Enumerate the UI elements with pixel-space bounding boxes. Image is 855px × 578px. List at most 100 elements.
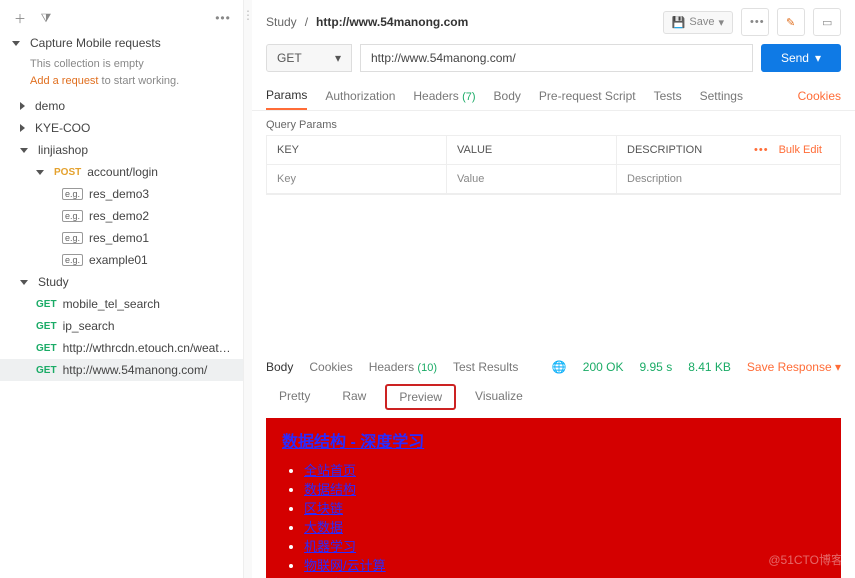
chevron-right-icon: [20, 124, 25, 132]
empty-msg-1: This collection is empty: [30, 56, 231, 73]
request-manong[interactable]: GET http://www.54manong.com/: [0, 359, 243, 381]
breadcrumb-sep: /: [305, 15, 308, 29]
preview-link[interactable]: 全站首页: [304, 463, 356, 478]
tab-settings[interactable]: Settings: [700, 83, 743, 109]
preview-link[interactable]: 区块链: [304, 501, 343, 516]
value-input[interactable]: Value: [447, 165, 617, 193]
folder-demo[interactable]: demo: [0, 95, 243, 117]
resp-size: 8.41 KB: [688, 360, 731, 374]
request-mobile[interactable]: GET mobile_tel_search: [0, 293, 243, 315]
method-badge: GET: [36, 365, 57, 376]
example-label: res_demo3: [89, 187, 149, 201]
folder-label: Study: [38, 275, 69, 289]
preview-link[interactable]: 大数据: [304, 520, 343, 535]
key-input[interactable]: Key: [267, 165, 447, 193]
request-ip[interactable]: GET ip_search: [0, 315, 243, 337]
headers-count: (10): [417, 362, 437, 374]
more-actions-button[interactable]: •••: [741, 8, 769, 36]
bulk-edit-link[interactable]: Bulk Edit: [779, 144, 822, 156]
example-badge: e.g.: [62, 254, 83, 266]
tab-prereq[interactable]: Pre-request Script: [539, 83, 636, 109]
preview-link[interactable]: 物联网/云计算: [304, 558, 386, 573]
request-label: http://wthrcdn.etouch.cn/weat…: [63, 341, 231, 355]
send-button[interactable]: Send▾: [761, 44, 841, 72]
example-badge: e.g.: [62, 210, 83, 222]
col-key: KEY: [267, 136, 447, 164]
desc-input[interactable]: Description: [617, 165, 840, 193]
chevron-down-icon: [12, 41, 20, 46]
request-weather[interactable]: GEThttp://wthrcdn.etouch.cn/weat…: [0, 337, 243, 359]
resp-tab-headers[interactable]: Headers (10): [369, 360, 437, 374]
tab-params[interactable]: Params: [266, 82, 307, 110]
save-icon: 💾: [672, 16, 686, 29]
collection-label: Capture Mobile requests: [30, 36, 161, 50]
request-label: ip_search: [63, 319, 115, 333]
folder-study[interactable]: Study: [0, 271, 243, 293]
chevron-down-icon: ▾: [335, 51, 341, 65]
request-label: http://www.54manong.com/: [63, 363, 208, 377]
tab-body[interactable]: Body: [494, 83, 521, 109]
breadcrumb-request: http://www.54manong.com: [316, 15, 468, 29]
tab-tests[interactable]: Tests: [654, 83, 682, 109]
folder-linjiashop[interactable]: linjiashop: [0, 139, 243, 161]
method-badge: GET: [36, 299, 57, 310]
example-badge: e.g.: [62, 188, 83, 200]
example-label: res_demo2: [89, 209, 149, 223]
method-value: GET: [277, 51, 302, 65]
query-params-table: KEY VALUE DESCRIPTION •••Bulk Edit Key V…: [266, 135, 841, 195]
request-label: mobile_tel_search: [63, 297, 160, 311]
request-account-login[interactable]: POST account/login: [0, 161, 243, 183]
resp-tab-tests[interactable]: Test Results: [453, 360, 518, 374]
preview-link[interactable]: 机器学习: [304, 539, 356, 554]
view-pretty[interactable]: Pretty: [266, 384, 323, 410]
resp-tab-cookies[interactable]: Cookies: [309, 360, 352, 374]
save-response[interactable]: Save Response ▾: [747, 360, 841, 374]
add-request-link[interactable]: Add a request: [30, 75, 99, 87]
example-res2[interactable]: e.g. res_demo2: [0, 205, 243, 227]
more-icon[interactable]: •••: [215, 10, 231, 26]
response-preview: 数据结构 - 深度学习 全站首页数据结构区块链大数据机器学习物联网/云计算面试突…: [266, 418, 841, 578]
method-select[interactable]: GET ▾: [266, 44, 352, 72]
folder-label: demo: [35, 99, 65, 113]
query-params-title: Query Params: [252, 111, 855, 135]
watermark: @51CTO博客: [768, 551, 843, 568]
method-badge: POST: [54, 167, 81, 178]
chevron-down-icon: [20, 148, 28, 153]
example-badge: e.g.: [62, 232, 83, 244]
chevron-down-icon: [36, 170, 44, 175]
folder-kye[interactable]: KYE-COO: [0, 117, 243, 139]
folder-label: linjiashop: [38, 143, 88, 157]
chevron-down-icon: [20, 280, 28, 285]
resp-tab-body[interactable]: Body: [266, 360, 293, 374]
add-icon[interactable]: ＋: [12, 10, 28, 26]
url-input[interactable]: http://www.54manong.com/: [360, 44, 753, 72]
tab-auth[interactable]: Authorization: [325, 83, 395, 109]
method-badge: GET: [36, 321, 57, 332]
view-preview[interactable]: Preview: [385, 384, 456, 410]
tab-headers[interactable]: Headers (7): [413, 83, 475, 109]
view-visualize[interactable]: Visualize: [462, 384, 536, 410]
col-desc: DESCRIPTION: [627, 144, 746, 156]
example-label: example01: [89, 253, 148, 267]
save-button[interactable]: 💾Save▾: [663, 11, 733, 34]
resize-handle[interactable]: ⋮: [244, 0, 252, 578]
example-res3[interactable]: e.g. res_demo3: [0, 183, 243, 205]
tab-label: Headers: [413, 89, 458, 103]
collection-capture[interactable]: Capture Mobile requests: [0, 30, 243, 56]
view-raw[interactable]: Raw: [329, 384, 379, 410]
preview-link[interactable]: 数据结构: [304, 482, 356, 497]
edit-button[interactable]: ✎: [777, 8, 805, 36]
headers-count: (7): [462, 91, 475, 103]
more-icon[interactable]: •••: [754, 144, 769, 156]
filter-icon[interactable]: ⧩: [38, 10, 54, 26]
comment-button[interactable]: ▭: [813, 8, 841, 36]
folder-label: KYE-COO: [35, 121, 90, 135]
cookies-link[interactable]: Cookies: [798, 89, 841, 103]
request-label: account/login: [87, 165, 158, 179]
breadcrumb-folder[interactable]: Study: [266, 15, 297, 29]
save-response-label: Save Response: [747, 360, 832, 374]
example-res1[interactable]: e.g.res_demo1: [0, 227, 243, 249]
network-icon[interactable]: 🌐: [552, 360, 567, 374]
status-code: 200 OK: [583, 360, 624, 374]
example-01[interactable]: e.g. example01: [0, 249, 243, 271]
